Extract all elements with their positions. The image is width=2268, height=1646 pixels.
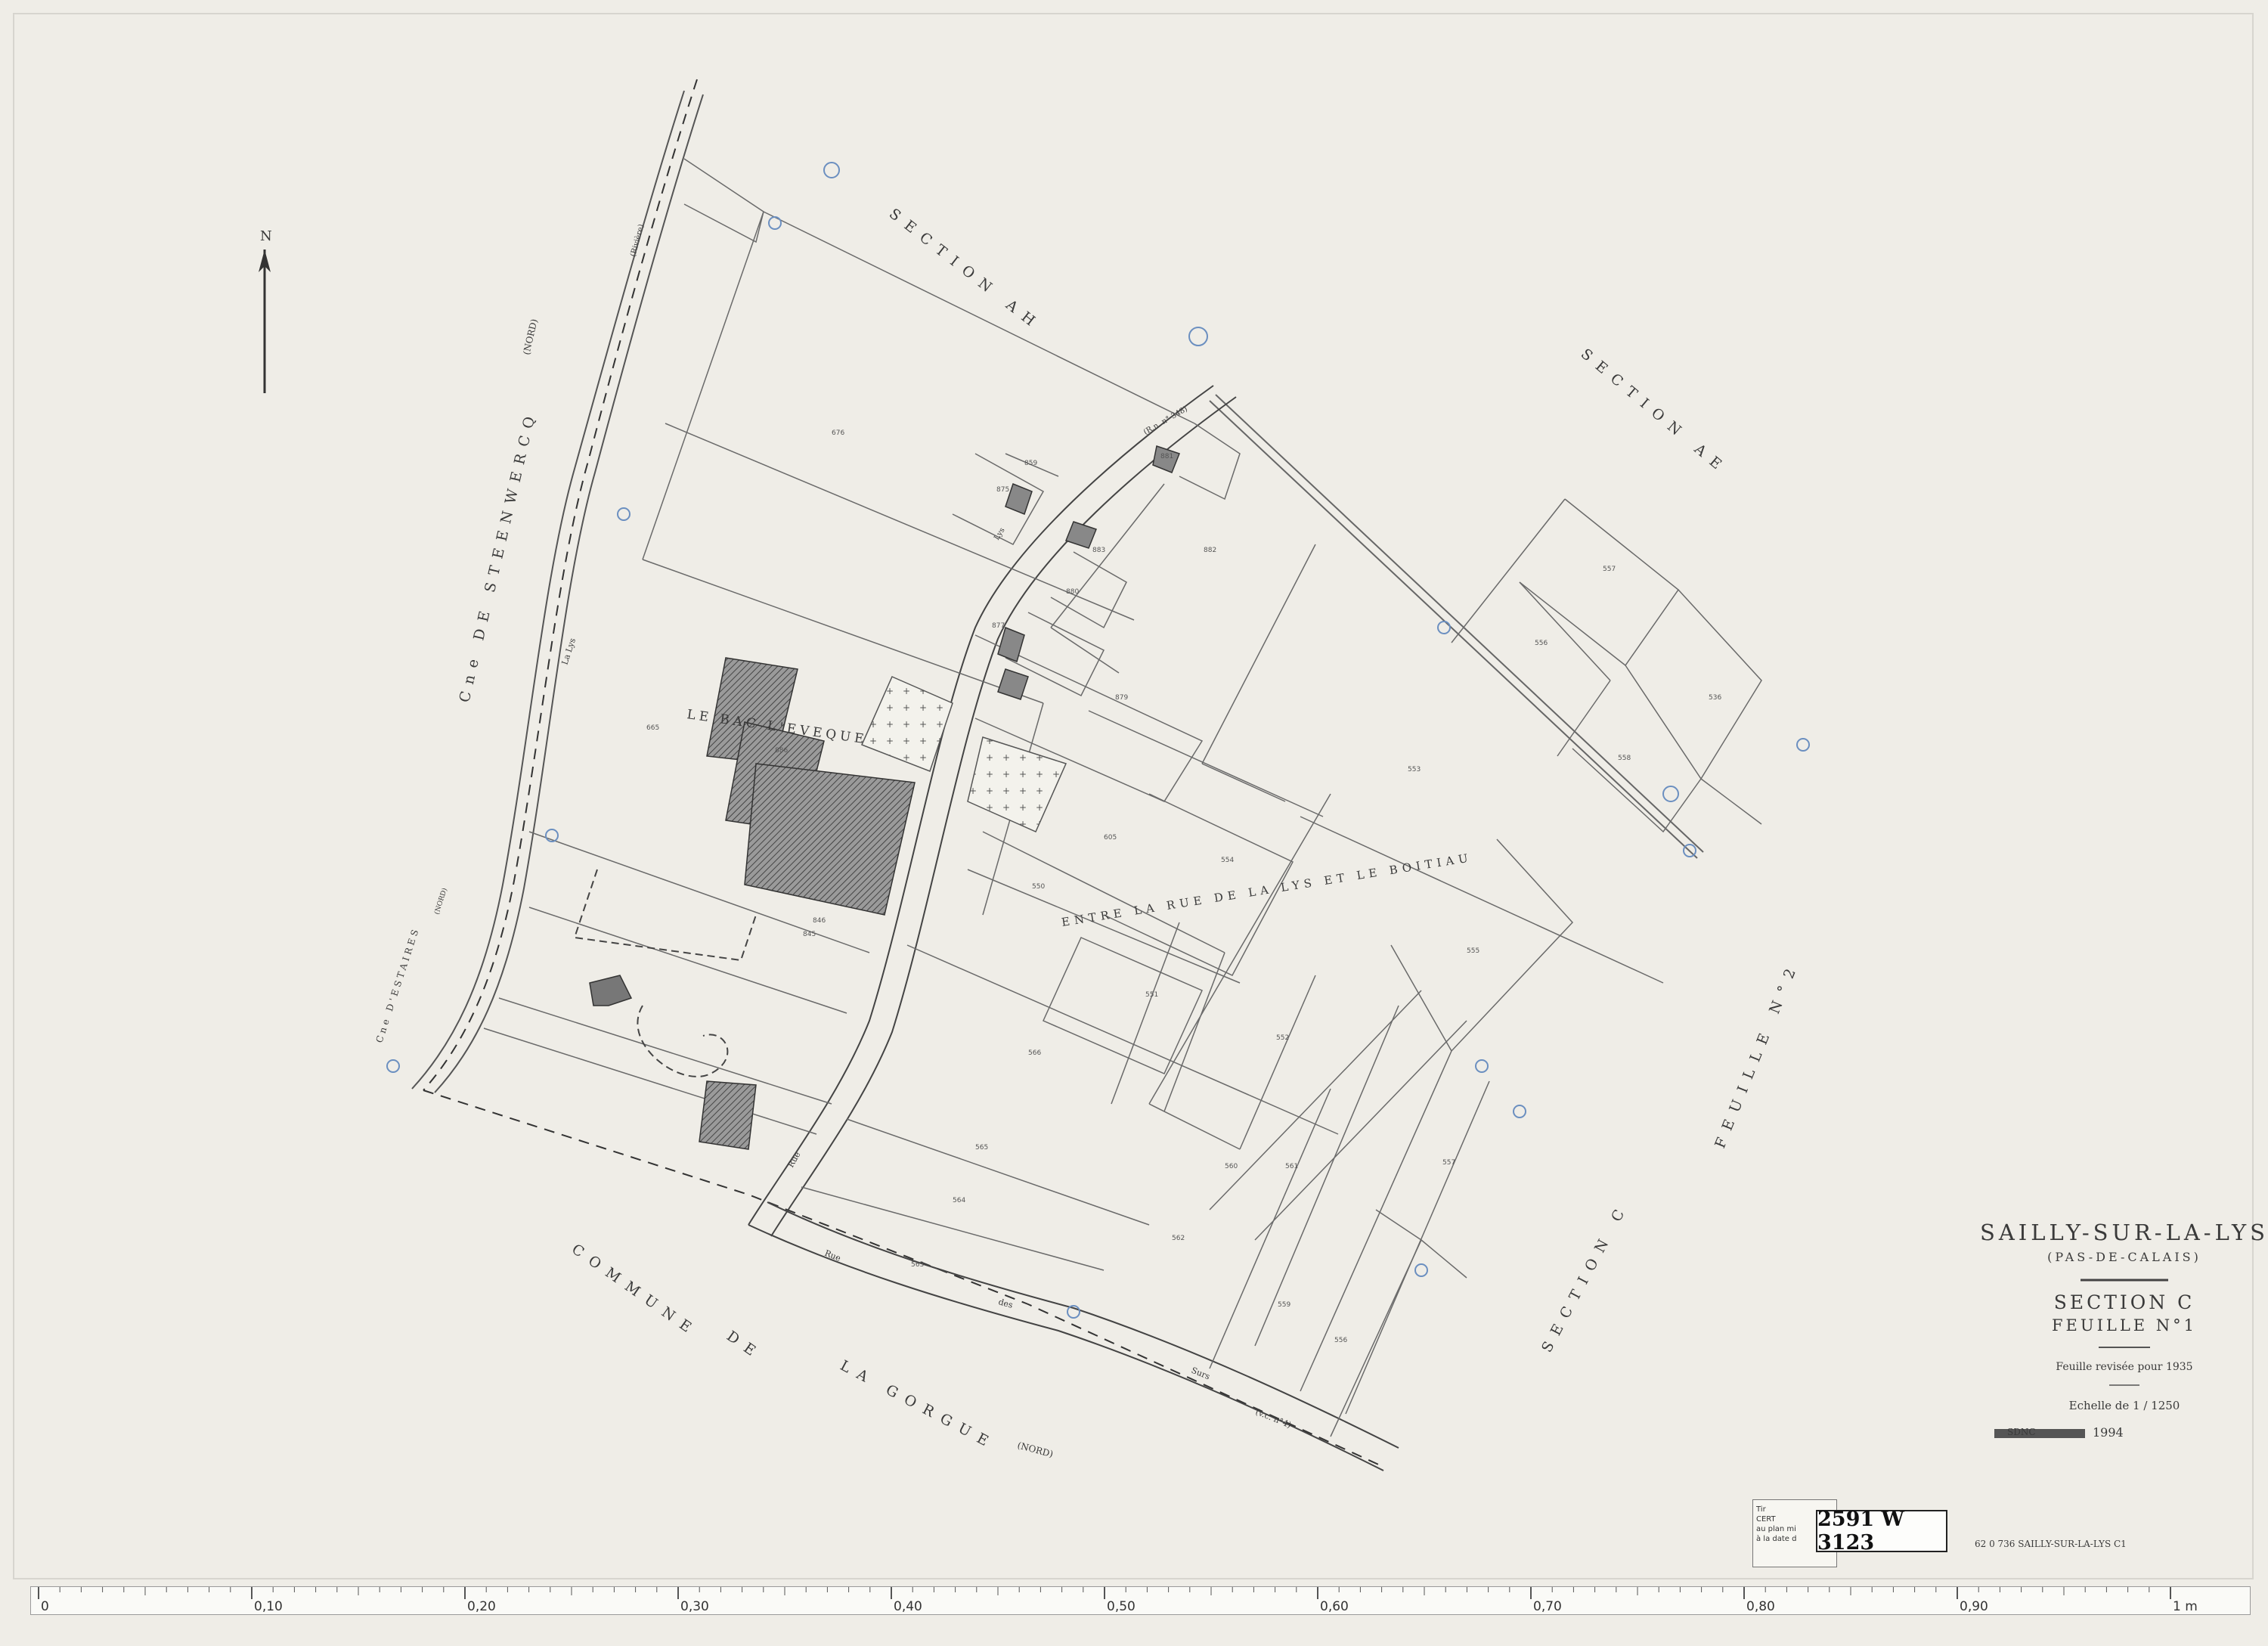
parcel-label: 556 bbox=[1334, 1337, 1347, 1344]
parcel-label: 561 bbox=[1285, 1163, 1298, 1170]
ruler-label: 0,70 bbox=[1533, 1599, 1562, 1614]
parcel-label: 559 bbox=[1278, 1301, 1290, 1309]
parcel-label: 665 bbox=[646, 724, 659, 732]
map-department: (PAS-DE-CALAIS) bbox=[2047, 1250, 2201, 1264]
parcel-label: 556 bbox=[1535, 640, 1548, 647]
parcel-label: 563 bbox=[911, 1261, 924, 1269]
parcel-label: 879 bbox=[1115, 694, 1128, 702]
parcel-label: 560 bbox=[1225, 1163, 1238, 1170]
parcel-label: 536 bbox=[1709, 694, 1721, 702]
ruler-label: 0,50 bbox=[1107, 1599, 1136, 1614]
parcel-label: 553 bbox=[1408, 766, 1421, 773]
measurement-ruler: 0 0,10 0,20 0,30 0,40 0,50 0,60 0,70 0,80 0,90 1 m bbox=[30, 1586, 2251, 1615]
ruler-label: 0,90 bbox=[1960, 1599, 1988, 1614]
parcel-label: 676 bbox=[832, 429, 844, 437]
stamp-year: 1994 bbox=[2093, 1425, 2124, 1440]
parcel-label: 554 bbox=[1221, 857, 1234, 864]
ruler-label: 0,60 bbox=[1320, 1599, 1349, 1614]
parcel-label: 886 bbox=[775, 747, 788, 755]
parcel-label: 557 bbox=[1442, 1159, 1455, 1167]
cadastral-map: + N bbox=[13, 13, 2268, 1579]
map-revision: Feuille revisée pour 1935 bbox=[2056, 1361, 2192, 1373]
parcel-label: 877 bbox=[992, 622, 1005, 630]
parcel-label: 882 bbox=[1204, 547, 1216, 554]
map-footer-ref: 62 0 736 SAILLY-SUR-LA-LYS C1 bbox=[1975, 1539, 2127, 1549]
parcel-label: 880 bbox=[1066, 588, 1079, 596]
parcel-label: 557 bbox=[1603, 566, 1616, 573]
map-title: SAILLY-SUR-LA-LYS bbox=[1980, 1220, 2268, 1245]
parcel-label: 859 bbox=[1024, 460, 1037, 467]
parcel-label: 846 bbox=[813, 917, 826, 925]
ruler-label: 0,20 bbox=[467, 1599, 496, 1614]
ruler-label: 0,10 bbox=[254, 1599, 283, 1614]
parcel-label: 558 bbox=[1618, 755, 1631, 762]
parcel-label: 845 bbox=[803, 931, 816, 938]
ruler-label: 0,80 bbox=[1746, 1599, 1775, 1614]
ruler-label: 0,40 bbox=[894, 1599, 922, 1614]
map-section: SECTION C bbox=[2054, 1291, 2195, 1313]
parcel-label: 875 bbox=[996, 486, 1009, 494]
parcel-label: 883 bbox=[1092, 547, 1105, 554]
paper-sheet bbox=[13, 13, 2254, 1579]
parcel-label: 551 bbox=[1145, 991, 1158, 999]
ruler-label: 0,30 bbox=[680, 1599, 709, 1614]
parcel-label: 550 bbox=[1032, 883, 1045, 891]
parcel-label: 565 bbox=[975, 1144, 988, 1152]
map-sheet: FEUILLE N°1 bbox=[2052, 1316, 2197, 1334]
stamp-sdnc: SDNC bbox=[2007, 1427, 2036, 1437]
parcel-label: 552 bbox=[1276, 1034, 1289, 1042]
north-label: N bbox=[260, 228, 272, 244]
map-scale: Echelle de 1 / 1250 bbox=[2069, 1399, 2180, 1412]
parcel-label: 555 bbox=[1467, 947, 1479, 955]
parcel-label: 566 bbox=[1028, 1049, 1041, 1057]
parcel-label: 562 bbox=[1172, 1235, 1185, 1242]
parcel-label: 881 bbox=[1160, 453, 1173, 460]
parcel-label: 605 bbox=[1104, 834, 1117, 842]
ruler-label: 0 bbox=[41, 1599, 49, 1614]
parcel-label: 564 bbox=[953, 1197, 965, 1204]
archive-reference-label: 2591 W 3123 bbox=[1816, 1508, 1947, 1555]
ruler-label: 1 m bbox=[2173, 1599, 2198, 1614]
